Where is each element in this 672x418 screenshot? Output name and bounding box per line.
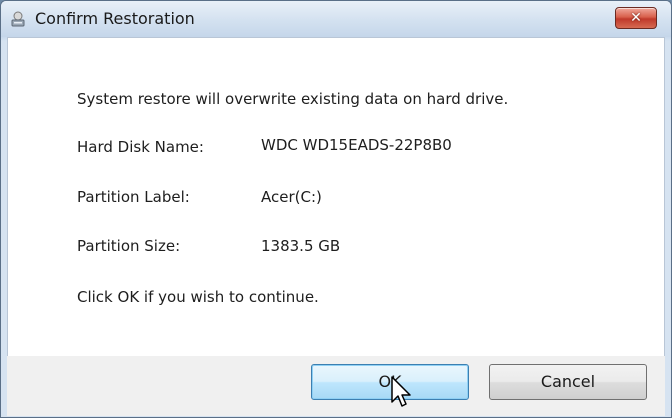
intro-message: System restore will overwrite existing d… [77, 90, 509, 108]
mouse-pointer-icon [391, 376, 411, 407]
close-button[interactable]: ✕ [615, 7, 657, 29]
hard-disk-name-value: WDC WD15EADS-22P8B0 [261, 136, 452, 154]
title-bar[interactable]: Confirm Restoration ✕ [1, 1, 671, 37]
disk-restore-icon [11, 11, 25, 27]
close-icon: ✕ [630, 10, 642, 26]
button-bar: OK Cancel [7, 356, 665, 416]
partition-label-value: Acer(C:) [261, 188, 322, 206]
confirm-restoration-dialog: Confirm Restoration ✕ System restore wil… [0, 0, 672, 418]
partition-size-label: Partition Size: [77, 237, 181, 255]
partition-label-label: Partition Label: [77, 188, 190, 206]
dialog-body: System restore will overwrite existing d… [7, 37, 665, 357]
hard-disk-name-label: Hard Disk Name: [77, 138, 204, 156]
continue-prompt: Click OK if you wish to continue. [77, 288, 319, 306]
partition-size-value: 1383.5 GB [261, 237, 341, 255]
window-title: Confirm Restoration [35, 9, 195, 28]
cancel-button[interactable]: Cancel [489, 364, 647, 400]
